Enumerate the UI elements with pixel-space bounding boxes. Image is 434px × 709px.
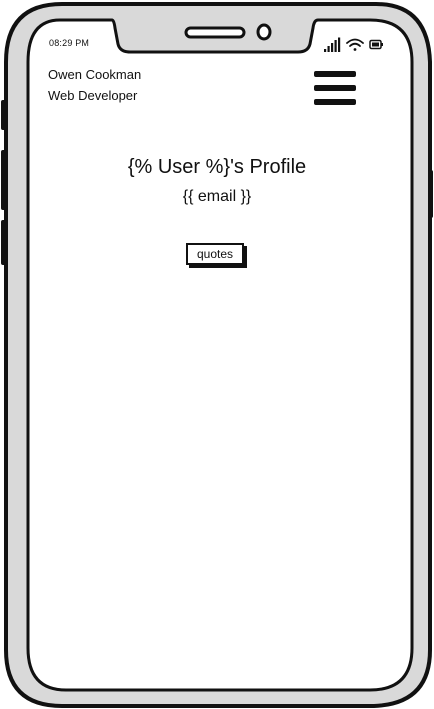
profile-title: {% User %}'s Profile (127, 156, 307, 178)
battery-icon (369, 39, 383, 50)
user-role: Web Developer (48, 88, 138, 103)
menu-bar (314, 99, 356, 105)
signal-icon (324, 37, 341, 52)
wifi-icon (346, 38, 364, 51)
screen-content: 08:29 PM Owen Cookman Web Developer {% U… (0, 0, 434, 709)
user-identity: Owen Cookman Web Developer (48, 64, 141, 106)
hamburger-menu-icon[interactable] (314, 71, 356, 107)
profile-email: {{ email }} (182, 188, 252, 205)
status-time: 08:29 PM (49, 38, 90, 48)
status-icons (324, 37, 383, 52)
menu-bar (314, 71, 356, 77)
quotes-button[interactable]: quotes (186, 243, 244, 265)
menu-bar (314, 85, 356, 91)
user-name: Owen Cookman (48, 67, 142, 82)
